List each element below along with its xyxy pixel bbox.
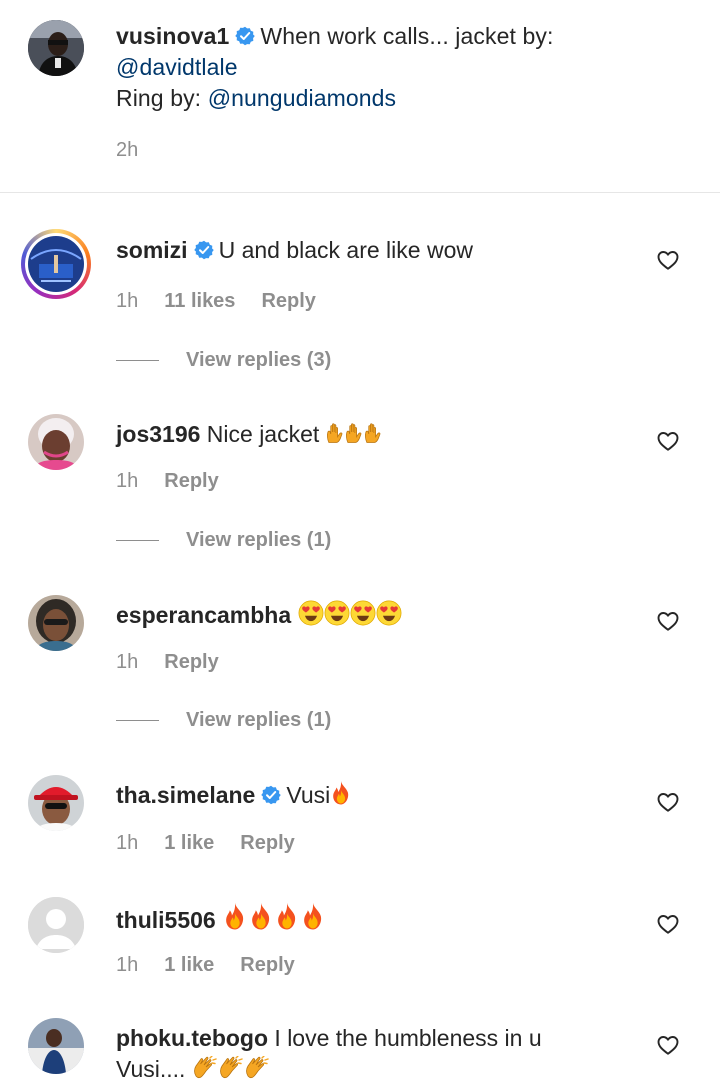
avatar[interactable] bbox=[28, 20, 84, 76]
comment-time: 1h bbox=[116, 470, 139, 492]
comment-text: somizi U and black are like wow bbox=[116, 235, 636, 266]
comment-time: 1h bbox=[116, 954, 139, 976]
comment-time: 1h bbox=[116, 832, 139, 854]
view-replies-label: View replies (3) bbox=[186, 349, 332, 371]
clapping-hands-icon bbox=[192, 1056, 218, 1080]
comment-username[interactable]: jos3196 bbox=[116, 421, 200, 447]
raising-hands-icon bbox=[345, 421, 364, 445]
caption-text: vusinova1 When work calls... jacket by: @… bbox=[116, 21, 696, 114]
esperancambha-avatar-image bbox=[28, 595, 84, 651]
raising-hands-icon bbox=[364, 421, 383, 445]
comment-username[interactable]: somizi bbox=[116, 237, 188, 263]
comment-text: phoku.tebogo I love the humbleness in u … bbox=[116, 1023, 636, 1085]
clapping-hands-emoji bbox=[192, 1056, 270, 1082]
comment-username[interactable]: thuli5506 bbox=[116, 907, 216, 933]
reply-button[interactable]: Reply bbox=[164, 470, 218, 492]
caption-line1: When work calls... jacket by: bbox=[260, 23, 554, 49]
comment-meta: 1h 1 like Reply bbox=[116, 954, 321, 977]
post-caption: vusinova1 When work calls... jacket by: @… bbox=[0, 0, 720, 193]
comment-body: U and black are like wow bbox=[218, 237, 473, 263]
jos3196-avatar-image bbox=[28, 414, 84, 470]
caption-username[interactable]: vusinova1 bbox=[116, 23, 229, 49]
fire-icon bbox=[274, 902, 300, 931]
like-heart-icon[interactable] bbox=[656, 429, 680, 453]
default-avatar-icon bbox=[28, 897, 84, 953]
fire-emoji bbox=[222, 907, 326, 933]
view-replies-button[interactable]: View replies (3) bbox=[116, 349, 331, 373]
comment-meta: 1h Reply bbox=[116, 470, 245, 493]
comment-time: 1h bbox=[116, 651, 139, 673]
comment-text: tha.simelane Vusi bbox=[116, 780, 636, 811]
replies-divider-line bbox=[116, 540, 159, 542]
somizi-avatar-image bbox=[25, 233, 87, 295]
like-heart-icon[interactable] bbox=[656, 790, 680, 814]
view-replies-label: View replies (1) bbox=[186, 709, 332, 731]
heart-eyes-emoji bbox=[298, 602, 402, 628]
like-heart-icon[interactable] bbox=[656, 912, 680, 936]
comment-meta: 1h 11 likes Reply bbox=[116, 290, 342, 313]
like-count[interactable]: 1 like bbox=[164, 954, 214, 976]
verified-badge-icon bbox=[194, 240, 214, 260]
comment-body: Vusi bbox=[286, 782, 331, 808]
comment-text: jos3196 Nice jacket bbox=[116, 419, 636, 450]
comment-username[interactable]: phoku.tebogo bbox=[116, 1025, 268, 1051]
replies-divider-line bbox=[116, 360, 159, 362]
fire-icon bbox=[330, 780, 352, 806]
comment-time: 1h bbox=[116, 290, 139, 312]
phoku.tebogo-avatar-image bbox=[28, 1018, 84, 1074]
heart-eyes-icon bbox=[350, 600, 376, 626]
avatar[interactable] bbox=[28, 595, 84, 651]
caption-timestamp: 2h bbox=[116, 139, 139, 161]
view-replies-label: View replies (1) bbox=[186, 529, 332, 551]
heart-eyes-icon bbox=[324, 600, 350, 626]
clapping-hands-icon bbox=[244, 1056, 270, 1080]
like-count[interactable]: 11 likes bbox=[164, 290, 235, 312]
avatar[interactable] bbox=[28, 414, 84, 470]
comment-text: thuli5506 bbox=[116, 902, 636, 936]
comment-text: esperancambha bbox=[116, 600, 636, 631]
replies-divider-line bbox=[116, 720, 159, 722]
reply-button[interactable]: Reply bbox=[164, 651, 218, 673]
caption-ring-text: Ring by: bbox=[116, 85, 202, 111]
fire-icon bbox=[300, 902, 326, 931]
avatar[interactable] bbox=[28, 1018, 84, 1074]
avatar[interactable] bbox=[21, 229, 91, 299]
comment-body-line2: Vusi.... bbox=[116, 1056, 186, 1082]
like-heart-icon[interactable] bbox=[656, 248, 680, 272]
fire-icon bbox=[248, 902, 274, 931]
view-replies-button[interactable]: View replies (1) bbox=[116, 529, 331, 553]
fire-icon bbox=[222, 902, 248, 931]
raising-hands-emoji bbox=[326, 421, 383, 447]
like-count[interactable]: 1 like bbox=[164, 832, 214, 854]
clapping-hands-icon bbox=[218, 1056, 244, 1080]
avatar[interactable] bbox=[28, 775, 84, 831]
comment-body: I love the humbleness in u bbox=[274, 1025, 542, 1051]
comment-body: Nice jacket bbox=[206, 421, 320, 447]
reply-button[interactable]: Reply bbox=[240, 832, 294, 854]
verified-badge-icon bbox=[261, 785, 281, 805]
like-heart-icon[interactable] bbox=[656, 1033, 680, 1057]
mention-link[interactable]: @davidtlale bbox=[116, 54, 238, 80]
raising-hands-icon bbox=[326, 421, 345, 445]
reply-button[interactable]: Reply bbox=[240, 954, 294, 976]
verified-badge-icon bbox=[235, 26, 255, 46]
reply-button[interactable]: Reply bbox=[261, 290, 315, 312]
comment-meta: 1h 1 like Reply bbox=[116, 832, 321, 855]
comment-username[interactable]: tha.simelane bbox=[116, 782, 255, 808]
heart-eyes-icon bbox=[298, 600, 324, 626]
view-replies-button[interactable]: View replies (1) bbox=[116, 709, 331, 733]
tha.simelane-avatar-image bbox=[28, 775, 84, 831]
like-heart-icon[interactable] bbox=[656, 609, 680, 633]
comment-meta: 1h Reply bbox=[116, 651, 245, 674]
mention-link[interactable]: @nungudiamonds bbox=[208, 85, 396, 111]
vusinova1-avatar-image bbox=[28, 20, 84, 76]
heart-eyes-icon bbox=[376, 600, 402, 626]
comment-username[interactable]: esperancambha bbox=[116, 602, 291, 628]
avatar[interactable] bbox=[28, 897, 84, 953]
